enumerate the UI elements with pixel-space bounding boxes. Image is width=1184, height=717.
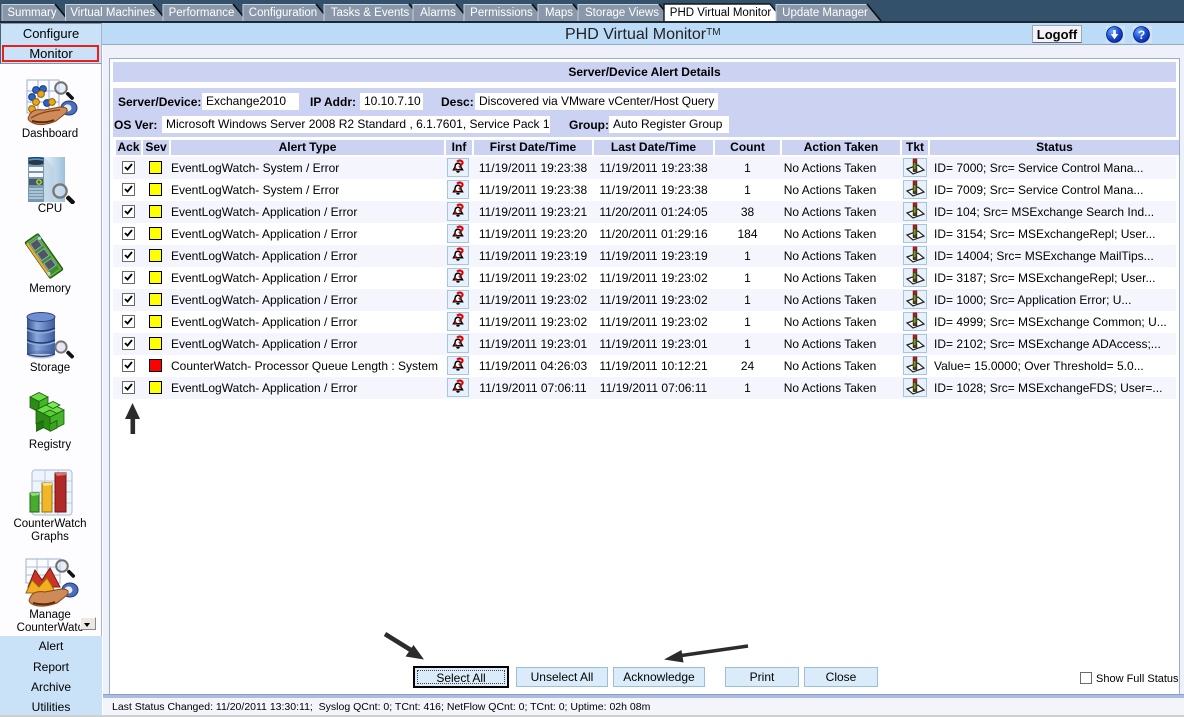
svg-text:Permissions: Permissions bbox=[470, 7, 533, 19]
svg-text:?: ? bbox=[1138, 28, 1145, 42]
svg-text:Virtual Machines: Virtual Machines bbox=[70, 7, 155, 19]
svg-text:Performance: Performance bbox=[169, 7, 235, 19]
svg-text:Tasks & Events: Tasks & Events bbox=[331, 7, 410, 19]
svg-text:Update Manager: Update Manager bbox=[782, 7, 868, 19]
svg-text:Alarms: Alarms bbox=[420, 7, 456, 19]
svg-text:Storage Views: Storage Views bbox=[585, 7, 659, 19]
svg-text:Configuration: Configuration bbox=[249, 7, 317, 19]
svg-text:PHD Virtual Monitor: PHD Virtual Monitor bbox=[670, 7, 772, 19]
svg-text:Maps: Maps bbox=[545, 7, 573, 19]
svg-text:Summary: Summary bbox=[7, 7, 56, 19]
